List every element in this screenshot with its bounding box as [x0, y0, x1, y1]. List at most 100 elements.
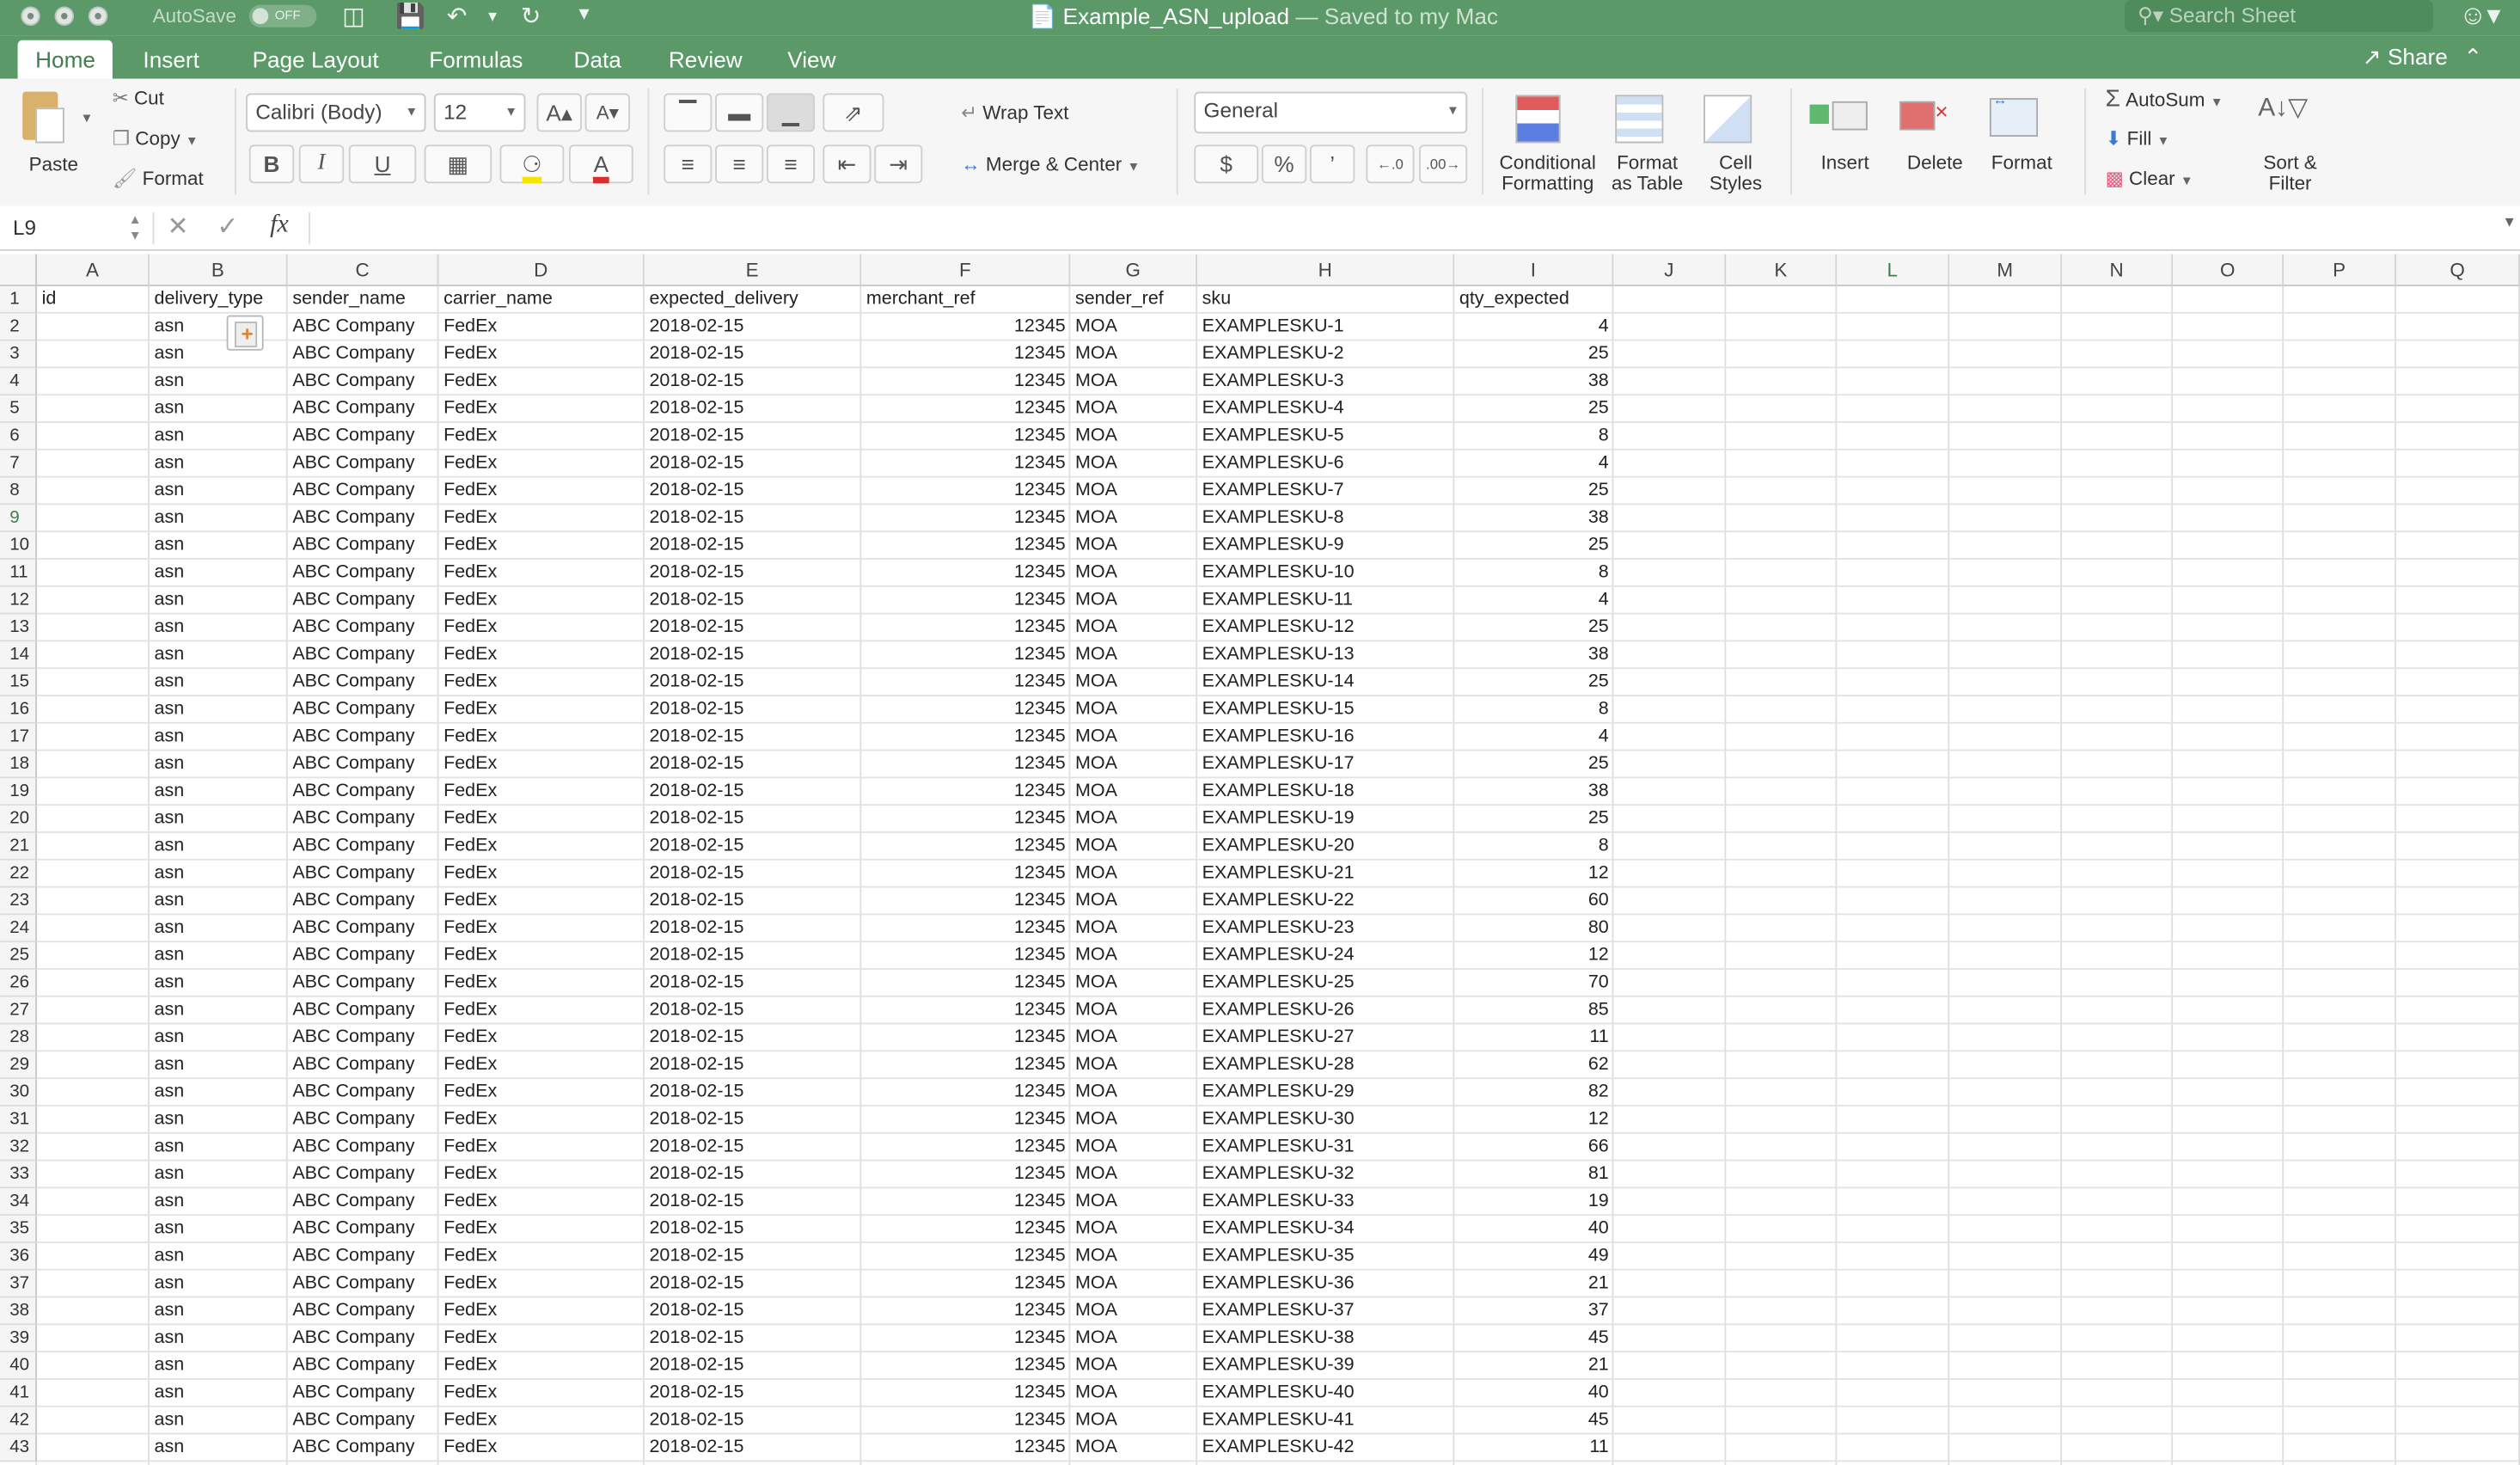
cell-sku[interactable]: EXAMPLESKU-25 — [1197, 970, 1454, 997]
cell-merchant-ref[interactable]: 12345 — [861, 1407, 1070, 1435]
cell-sender-name[interactable]: ABC Company — [288, 970, 439, 997]
cell-sender-name[interactable]: ABC Company — [288, 1297, 439, 1325]
cell-qty-expected[interactable]: 45 — [1454, 1407, 1613, 1435]
cell-sender-name[interactable]: ABC Company — [288, 1325, 439, 1352]
cell-qty-expected[interactable]: 12 — [1454, 861, 1613, 888]
cell-delivery-type[interactable]: asn — [150, 806, 288, 833]
cell-sku[interactable]: EXAMPLESKU-31 — [1197, 1134, 1454, 1162]
cell-carrier-name[interactable]: FedEx — [438, 341, 644, 369]
cell-sku[interactable]: EXAMPLESKU-41 — [1197, 1407, 1454, 1435]
cell-carrier-name[interactable]: FedEx — [438, 778, 644, 806]
cell-carrier-name[interactable]: FedEx — [438, 368, 644, 395]
cell-qty-expected[interactable]: 38 — [1454, 368, 1613, 395]
clear-dropdown-icon[interactable]: ▼ — [2181, 174, 2193, 188]
enter-icon[interactable]: ✓ — [217, 211, 238, 242]
cell-sku[interactable]: EXAMPLESKU-14 — [1197, 669, 1454, 696]
cell-delivery-type[interactable]: asn — [150, 888, 288, 916]
cell-carrier-name[interactable]: FedEx — [438, 1106, 644, 1134]
cell-expected-delivery[interactable]: 2018-02-15 — [645, 505, 861, 532]
cell-carrier-name[interactable]: FedEx — [438, 560, 644, 587]
cell-merchant-ref[interactable]: 12345 — [861, 970, 1070, 997]
cell-merchant-ref[interactable]: 12345 — [861, 505, 1070, 532]
row-header[interactable]: 1 — [0, 285, 38, 314]
cell-carrier-name[interactable]: FedEx — [438, 1162, 644, 1189]
column-header-q[interactable]: Q — [2396, 254, 2520, 286]
cell-sender-ref[interactable]: MOA — [1070, 1051, 1197, 1079]
cell-carrier-name[interactable]: FedEx — [438, 641, 644, 669]
column-header-p[interactable]: P — [2284, 254, 2397, 286]
cell-carrier-name[interactable]: FedEx — [438, 478, 644, 506]
column-header-h[interactable]: H — [1197, 254, 1455, 286]
autosave-toggle[interactable]: OFF — [248, 4, 317, 28]
cell-qty-expected[interactable]: 45 — [1454, 1325, 1613, 1352]
cell-carrier-name[interactable]: FedEx — [438, 451, 644, 478]
cell-merchant-ref[interactable]: 12345 — [861, 997, 1070, 1025]
cell-carrier-name[interactable]: FedEx — [438, 1325, 644, 1352]
cell-sender-ref[interactable]: MOA — [1070, 1325, 1197, 1352]
cell-sender-ref[interactable]: MOA — [1070, 1407, 1197, 1435]
cell-sender-ref[interactable]: MOA — [1070, 1297, 1197, 1325]
cell-qty-expected[interactable]: 25 — [1454, 478, 1613, 506]
cell-carrier-name[interactable]: FedEx — [438, 1051, 644, 1079]
cell-styles-icon[interactable] — [1703, 92, 1768, 147]
cell-merchant-ref[interactable]: 12345 — [861, 395, 1070, 423]
cell-qty-expected[interactable]: 12 — [1454, 1106, 1613, 1134]
cell-sender-ref[interactable]: MOA — [1070, 1106, 1197, 1134]
column-header-d[interactable]: D — [438, 254, 645, 286]
tab-page-layout[interactable]: Page Layout — [253, 40, 379, 79]
cell-sender-name[interactable]: ABC Company — [288, 861, 439, 888]
insert-function-icon[interactable]: fx — [270, 211, 289, 240]
cell-delivery-type[interactable]: asn — [150, 1216, 288, 1243]
cell-delivery-type[interactable]: asn — [150, 451, 288, 478]
cell-sku[interactable]: EXAMPLESKU-30 — [1197, 1106, 1454, 1134]
cell-sender-name[interactable]: ABC Company — [288, 1079, 439, 1106]
column-header-b[interactable]: B — [149, 254, 288, 286]
cell-qty-expected[interactable]: 8 — [1454, 833, 1613, 861]
cell-sender-ref[interactable]: MOA — [1070, 1380, 1197, 1407]
cell-expected-delivery[interactable]: 2018-02-15 — [645, 970, 861, 997]
cell-merchant-ref[interactable]: 12345 — [861, 778, 1070, 806]
cell-carrier-name[interactable]: FedEx — [438, 1025, 644, 1052]
cell-sku[interactable]: EXAMPLESKU-26 — [1197, 997, 1454, 1025]
cell-expected-delivery[interactable]: 2018-02-15 — [645, 615, 861, 642]
cell-delivery-type[interactable]: asn — [150, 423, 288, 451]
cell-sender-ref[interactable]: MOA — [1070, 560, 1197, 587]
font-size-select[interactable]: 12 ▼ — [433, 93, 526, 132]
cell-expected-delivery[interactable]: 2018-02-15 — [645, 861, 861, 888]
row-header[interactable]: 39 — [0, 1325, 38, 1353]
column-header-f[interactable]: F — [861, 254, 1071, 286]
cell-carrier-name[interactable]: FedEx — [438, 724, 644, 751]
cell-carrier-name[interactable]: FedEx — [438, 1271, 644, 1298]
cell-carrier-name[interactable]: FedEx — [438, 888, 644, 916]
row-header[interactable]: 11 — [0, 559, 38, 587]
cell-expected-delivery[interactable]: 2018-02-15 — [645, 1051, 861, 1079]
row-header[interactable]: 30 — [0, 1079, 38, 1106]
cell-delivery-type[interactable]: asn — [150, 1407, 288, 1435]
cell-sender-name[interactable]: ABC Company — [288, 368, 439, 395]
cell-sender-ref[interactable]: MOA — [1070, 1352, 1197, 1380]
cell-sku[interactable]: EXAMPLESKU-13 — [1197, 641, 1454, 669]
tab-review[interactable]: Review — [669, 40, 743, 79]
cell-sender-name[interactable]: ABC Company — [288, 1106, 439, 1134]
cell-sender-ref[interactable]: MOA — [1070, 669, 1197, 696]
cell-sender-name[interactable]: ABC Company — [288, 641, 439, 669]
cell-sku[interactable]: EXAMPLESKU-35 — [1197, 1243, 1454, 1271]
cell-delivery-type[interactable]: asn — [150, 1188, 288, 1216]
cell-expected-delivery[interactable]: 2018-02-15 — [645, 532, 861, 560]
column-header-e[interactable]: E — [644, 254, 862, 286]
cell-delivery-type[interactable]: asn — [150, 942, 288, 970]
cell-qty-expected[interactable]: 82 — [1454, 1079, 1613, 1106]
cell-carrier-name[interactable]: FedEx — [438, 615, 644, 642]
cell-merchant-ref[interactable]: 12345 — [861, 1243, 1070, 1271]
cell-sku[interactable]: EXAMPLESKU-19 — [1197, 806, 1454, 833]
cell-sender-name[interactable]: ABC Company — [288, 532, 439, 560]
cell-sender-ref[interactable]: MOA — [1070, 451, 1197, 478]
cell-sender-name[interactable]: ABC Company — [288, 942, 439, 970]
cell-sender-ref[interactable]: MOA — [1070, 1025, 1197, 1052]
cell-carrier-name[interactable]: FedEx — [438, 1380, 644, 1407]
cell-qty-expected[interactable]: 38 — [1454, 505, 1613, 532]
cell-delivery-type[interactable]: asn — [150, 861, 288, 888]
cell-delivery-type[interactable]: asn — [150, 970, 288, 997]
cell-delivery-type[interactable]: asn — [150, 341, 288, 369]
cell-sender-ref[interactable]: MOA — [1070, 778, 1197, 806]
